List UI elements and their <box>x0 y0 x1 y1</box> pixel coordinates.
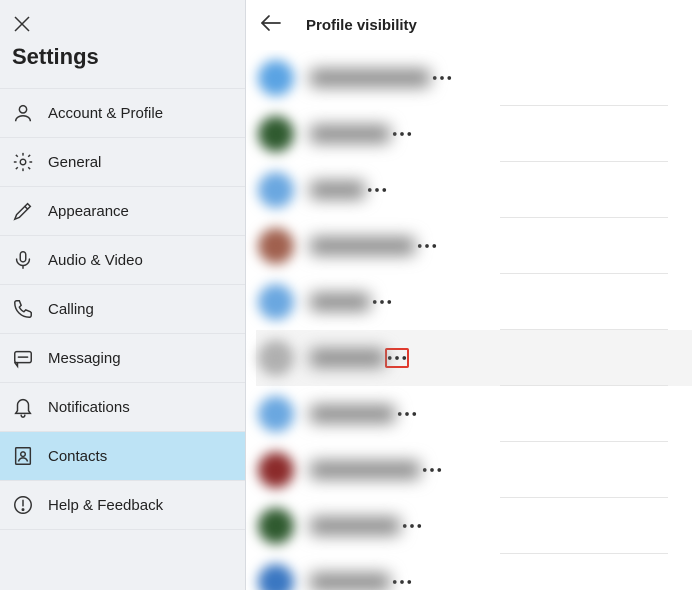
contact-name <box>310 237 415 255</box>
sidebar-item-calling[interactable]: Calling <box>0 284 245 333</box>
avatar <box>258 284 294 320</box>
back-button[interactable] <box>260 14 282 37</box>
brush-icon <box>12 200 34 222</box>
contact-name <box>310 573 390 590</box>
contact-row[interactable] <box>256 162 692 218</box>
more-icon <box>417 238 437 254</box>
sidebar-item-help-feedback[interactable]: Help & Feedback <box>0 480 245 530</box>
avatar <box>258 228 294 264</box>
bell-icon <box>12 396 34 418</box>
sidebar-item-audio-video[interactable]: Audio & Video <box>0 235 245 284</box>
more-button[interactable] <box>390 124 414 144</box>
contact-name <box>310 517 400 535</box>
page-title: Profile visibility <box>306 17 417 34</box>
sidebar-item-label: Help & Feedback <box>48 497 163 514</box>
sidebar-item-label: Notifications <box>48 399 130 416</box>
contact-name <box>310 349 385 367</box>
avatar <box>258 564 294 590</box>
more-icon <box>387 350 407 366</box>
more-icon <box>432 70 452 86</box>
close-button[interactable] <box>0 0 245 38</box>
sidebar-item-label: Audio & Video <box>48 252 143 269</box>
sidebar-item-appearance[interactable]: Appearance <box>0 186 245 235</box>
sidebar-item-notifications[interactable]: Notifications <box>0 382 245 431</box>
contact-name <box>310 181 365 199</box>
phone-icon <box>12 298 34 320</box>
main-header: Profile visibility <box>246 0 692 50</box>
contact-row[interactable] <box>256 274 692 330</box>
help-icon <box>12 494 34 516</box>
gear-icon <box>12 151 34 173</box>
sidebar-item-label: Contacts <box>48 448 107 465</box>
contact-name <box>310 405 395 423</box>
avatar <box>258 396 294 432</box>
avatar <box>258 116 294 152</box>
avatar <box>258 60 294 96</box>
more-button[interactable] <box>365 180 389 200</box>
contact-name <box>310 293 370 311</box>
more-button[interactable] <box>370 292 394 312</box>
close-icon <box>14 16 30 32</box>
more-button[interactable] <box>395 404 419 424</box>
contact-name <box>310 125 390 143</box>
sidebar-item-messaging[interactable]: Messaging <box>0 333 245 382</box>
contact-row[interactable] <box>256 50 692 106</box>
contact-row[interactable] <box>256 554 692 590</box>
contacts-list <box>246 50 692 590</box>
contact-name <box>310 69 430 87</box>
more-button[interactable] <box>430 68 454 88</box>
back-arrow-icon <box>260 14 282 32</box>
contact-row[interactable] <box>256 386 692 442</box>
more-icon <box>392 574 412 590</box>
chat-icon <box>12 347 34 369</box>
contact-row[interactable] <box>256 218 692 274</box>
more-button[interactable] <box>385 348 409 368</box>
more-icon <box>397 406 417 422</box>
more-button[interactable] <box>400 516 424 536</box>
contact-row[interactable] <box>256 106 692 162</box>
sidebar-item-label: Messaging <box>48 350 121 367</box>
contacts-icon <box>12 445 34 467</box>
avatar <box>258 452 294 488</box>
contact-name <box>310 461 420 479</box>
main-panel: Profile visibility <box>246 0 692 590</box>
mic-icon <box>12 249 34 271</box>
more-icon <box>392 126 412 142</box>
sidebar-item-label: Account & Profile <box>48 105 163 122</box>
sidebar-item-account-profile[interactable]: Account & Profile <box>0 88 245 137</box>
more-button[interactable] <box>420 460 444 480</box>
more-icon <box>367 182 387 198</box>
sidebar-item-label: Appearance <box>48 203 129 220</box>
settings-sidebar: Settings Account & Profile General Appeara… <box>0 0 246 590</box>
contact-row[interactable] <box>256 498 692 554</box>
avatar <box>258 508 294 544</box>
account-icon <box>12 102 34 124</box>
contact-row[interactable] <box>256 330 692 386</box>
more-button[interactable] <box>390 572 414 590</box>
more-icon <box>422 462 442 478</box>
sidebar-item-label: Calling <box>48 301 94 318</box>
sidebar-item-general[interactable]: General <box>0 137 245 186</box>
sidebar-item-contacts[interactable]: Contacts <box>0 431 245 480</box>
more-icon <box>372 294 392 310</box>
avatar <box>258 340 294 376</box>
more-icon <box>402 518 422 534</box>
sidebar-item-label: General <box>48 154 101 171</box>
contact-row[interactable] <box>256 442 692 498</box>
settings-title: Settings <box>0 38 245 88</box>
more-button[interactable] <box>415 236 439 256</box>
avatar <box>258 172 294 208</box>
